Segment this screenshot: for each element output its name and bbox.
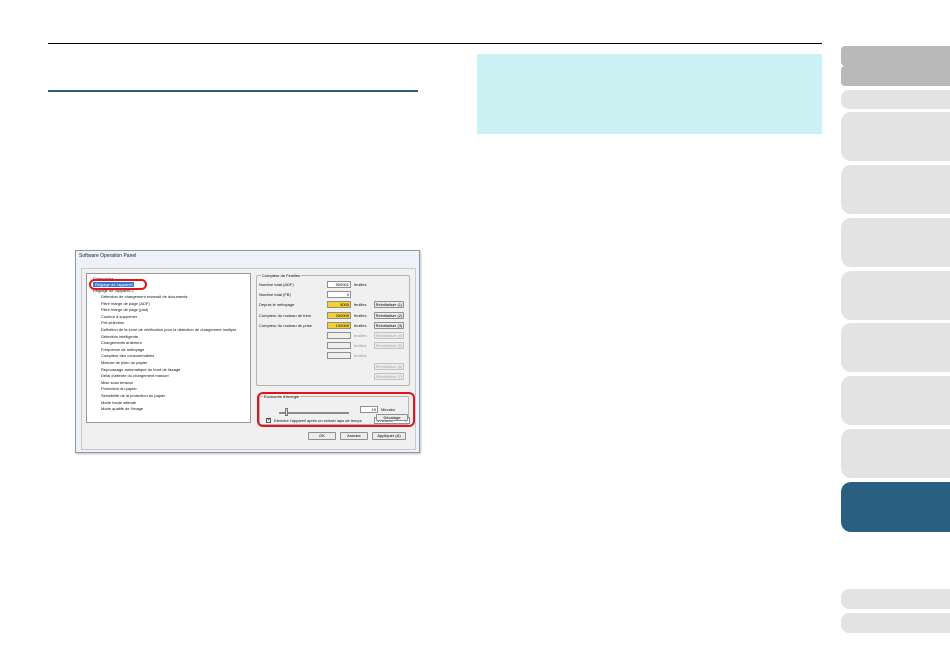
- tree-item[interactable]: Pré-sélection: [101, 320, 124, 325]
- tab-6[interactable]: [841, 218, 950, 267]
- counter-unit: feuilles: [354, 302, 367, 308]
- counter-unit: feuilles: [354, 282, 367, 287]
- window-body: Diagnostics Réglage de l'appareil Réglage …: [81, 268, 416, 450]
- software-operation-panel-window: Software Operation Panel Diagnostics Régl…: [75, 250, 420, 453]
- top-rule: [48, 43, 822, 44]
- reset-counter-button[interactable]: Réinitialiser (7): [374, 372, 404, 380]
- tree-item[interactable]: Filtre marge de page (plat): [101, 307, 148, 312]
- tab-bottom-1[interactable]: [841, 589, 950, 609]
- counter-value: [327, 332, 351, 339]
- tree-item[interactable]: Détection de chargement excessif de docu…: [101, 294, 188, 299]
- reset-counter-button[interactable]: Réinitialiser (2): [374, 311, 404, 319]
- tree-item[interactable]: Protection du papier: [101, 386, 137, 391]
- counter-value: 200000: [327, 311, 351, 319]
- counter-row-label: Depuis le nettoyage: [259, 302, 295, 308]
- cancel-button[interactable]: Annuler: [340, 432, 368, 440]
- tree-item[interactable]: Mode haute altitude: [101, 400, 136, 405]
- tree-item[interactable]: Couleur à supprimer: [101, 314, 137, 319]
- counter-unit: feuilles: [354, 343, 367, 349]
- tree-item[interactable]: Mise sous tension: [101, 380, 133, 385]
- ok-button[interactable]: OK: [308, 432, 336, 440]
- tab-8[interactable]: [841, 323, 950, 372]
- settings-tree[interactable]: Diagnostics Réglage de l'appareil Réglage …: [86, 273, 251, 423]
- reset-counter-button[interactable]: Réinitialiser (1): [374, 301, 404, 309]
- counter-group-label: Compteur de Feuilles: [261, 273, 302, 278]
- tree-item[interactable]: Repoussage automatique du bord de lissag…: [101, 367, 180, 372]
- counter-row-label: Nombre total (FB): [259, 292, 291, 298]
- counter-row-label: Compteur du rouleau de prise: [259, 322, 312, 328]
- tree-item[interactable]: Mesure de plein du papier: [101, 360, 147, 365]
- tree-item[interactable]: Définition de la zone de vérification po…: [101, 327, 236, 332]
- hint-box: [477, 54, 822, 134]
- reset-counter-button[interactable]: Réinitialiser (6): [374, 362, 404, 370]
- counter-unit: feuilles: [354, 353, 367, 359]
- apply-button[interactable]: Appliquer (A): [372, 432, 406, 440]
- reset-counter-button[interactable]: Réinitialiser (3): [374, 321, 404, 329]
- section-rule: [48, 90, 418, 92]
- tree-item[interactable]: Détection intelligente: [101, 334, 138, 339]
- tree-item[interactable]: Délai d'attente du chargement manuel: [101, 373, 168, 378]
- counter-unit: feuilles: [354, 333, 367, 338]
- highlight-rectangle: [257, 392, 415, 427]
- tree-item[interactable]: Chargements antérieur: [101, 340, 142, 345]
- tab-9[interactable]: [841, 376, 950, 425]
- counter-value: 5000: [327, 301, 351, 309]
- reset-counter-button[interactable]: Réinitialiser (4): [374, 332, 404, 339]
- reset-counter-button[interactable]: Réinitialiser (5): [374, 342, 404, 350]
- tab-2[interactable]: [841, 66, 950, 86]
- tree-item[interactable]: Fréquence de nettoyage: [101, 347, 144, 352]
- counter-row-label: Compteur du rouleau de frein: [259, 312, 312, 318]
- tree-item[interactable]: Filtre marge de page (ADF): [101, 301, 150, 306]
- tree-item[interactable]: Sensibilité de la protection du papier: [101, 393, 166, 398]
- tab-active[interactable]: [841, 482, 950, 532]
- counter-value: [327, 352, 351, 360]
- decalage-button[interactable]: Décalage: [376, 414, 408, 421]
- counter-value: 0: [327, 291, 351, 299]
- tab-bottom-2[interactable]: [841, 613, 950, 633]
- tab-7[interactable]: [841, 271, 950, 320]
- counter-value: [327, 342, 351, 350]
- tab-4[interactable]: [841, 112, 950, 161]
- tab-10[interactable]: [841, 429, 950, 478]
- counter-unit: feuilles: [354, 312, 367, 318]
- counter-row-label: Nombre total (ADF): [259, 282, 294, 287]
- tab-5[interactable]: [841, 165, 950, 214]
- window-title: Software Operation Panel: [79, 253, 137, 259]
- tab-1[interactable]: [841, 46, 950, 66]
- counter-unit: feuilles: [354, 322, 367, 328]
- highlight-oval: [89, 279, 147, 290]
- tree-item[interactable]: Compteur des consommables: [101, 353, 154, 358]
- tree-item[interactable]: Mode qualité de l'image: [101, 406, 143, 411]
- counter-value: 500001: [327, 281, 351, 288]
- tab-3[interactable]: [841, 90, 950, 109]
- counter-value: 100000: [327, 321, 351, 329]
